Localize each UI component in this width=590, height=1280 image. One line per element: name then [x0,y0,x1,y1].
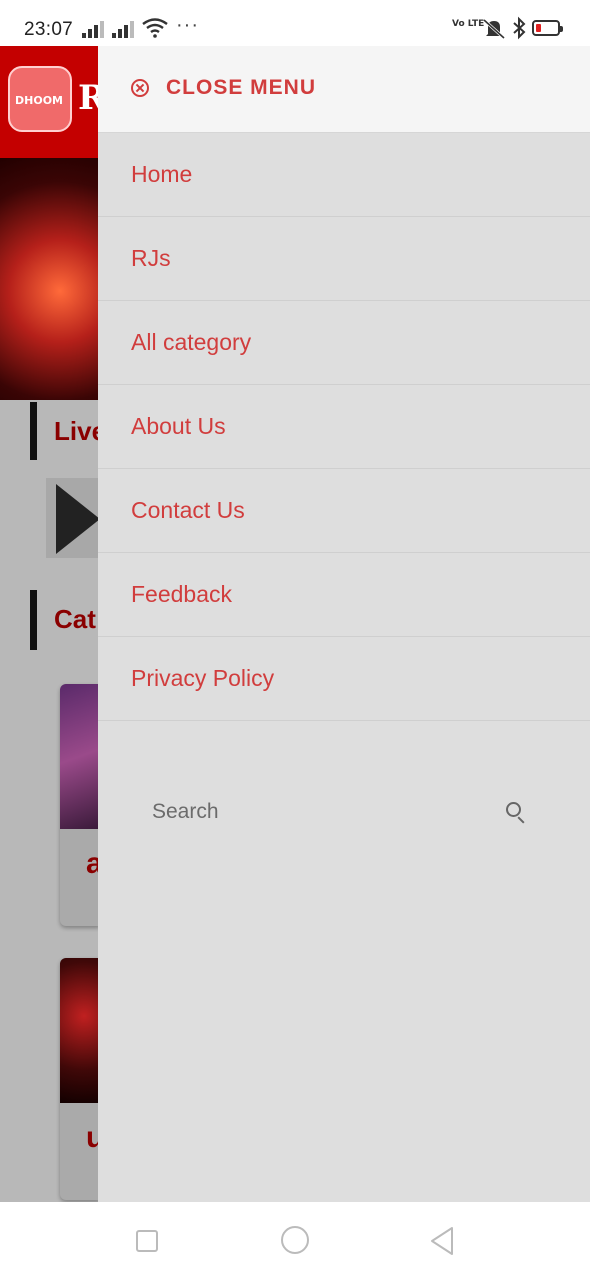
system-nav-bar [0,1202,590,1280]
back-button[interactable] [428,1226,456,1256]
signal-icon-2 [112,20,134,38]
menu-item-privacy-policy[interactable]: Privacy Policy [98,637,590,721]
close-circle-icon[interactable] [131,79,149,97]
wifi-icon [142,18,168,38]
category-section-title: Cat [54,604,96,634]
card-image [60,958,100,1103]
close-menu-button[interactable]: CLOSE MENU [98,46,590,133]
section-bar [30,590,37,650]
menu-item-feedback[interactable]: Feedback [98,553,590,637]
bluetooth-icon [513,16,526,40]
status-time: 23:07 [24,19,74,40]
menu-item-home[interactable]: Home [98,133,590,217]
mute-icon [482,18,506,40]
search-box [132,784,552,840]
drawer-menu: Home RJs All category About Us Contact U… [98,133,590,721]
hero-banner [0,158,100,400]
status-bar: 23:07 ··· Vo LTE [0,0,590,46]
logo-text: DHOOM [15,94,63,107]
close-menu-label[interactable]: CLOSE MENU [166,76,316,100]
card-title: u [86,1121,105,1154]
section-bar [30,402,37,460]
card-title: a [86,847,103,880]
category-card[interactable]: u [60,958,105,1200]
play-icon[interactable] [56,484,100,554]
menu-item-all-category[interactable]: All category [98,301,590,385]
nav-drawer: CLOSE MENU Home RJs All category About U… [98,46,590,1202]
category-card[interactable]: a [60,684,103,926]
search-input[interactable] [132,784,552,840]
recents-button[interactable] [136,1230,158,1252]
home-button[interactable] [281,1226,309,1254]
app-logo: DHOOM [8,66,72,132]
card-image [60,684,100,829]
volte-icon: Vo LTE [452,19,485,29]
menu-item-contact-us[interactable]: Contact Us [98,469,590,553]
menu-item-rjs[interactable]: RJs [98,217,590,301]
menu-item-about-us[interactable]: About Us [98,385,590,469]
more-icon: ··· [176,14,199,36]
search-icon[interactable] [506,802,521,817]
signal-icon [82,20,104,38]
battery-icon [532,20,563,36]
